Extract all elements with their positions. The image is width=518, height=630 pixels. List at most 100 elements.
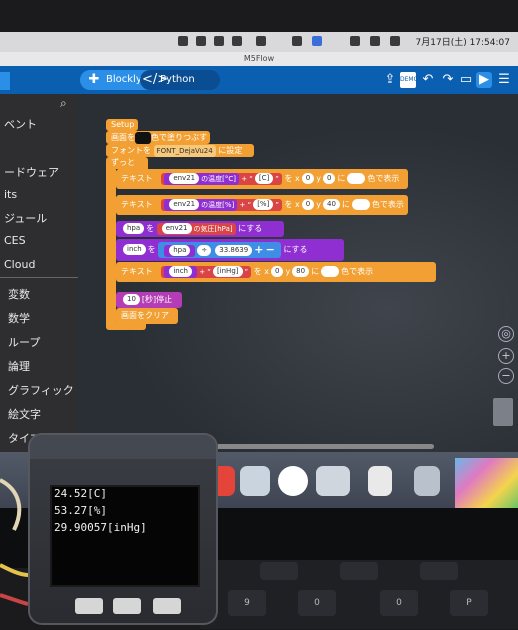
recenter-icon[interactable]: ◎	[498, 326, 514, 342]
download-icon[interactable]	[232, 36, 242, 46]
set-inch-block[interactable]: inch を hpa ÷ 33.8639 + − にする	[116, 239, 344, 261]
upload-icon[interactable]: ⇪	[382, 72, 398, 88]
x-input[interactable]: 0	[301, 173, 315, 184]
menu-button[interactable]	[0, 72, 10, 90]
menu-icon[interactable]	[196, 36, 206, 46]
wait-input[interactable]: 10	[123, 294, 140, 305]
operator-dropdown[interactable]: ÷	[197, 245, 212, 256]
file-icon[interactable]	[368, 466, 392, 496]
menu-bar: 7月17日(土) 17:54:07	[0, 32, 518, 52]
unit-text[interactable]: [%]	[253, 199, 274, 210]
sidebar-item[interactable]: ードウェア	[4, 164, 59, 180]
text-display-block[interactable]: テキスト inch + “[inHg]” を x 0 y 80 に 色で表示	[116, 262, 436, 282]
color-swatch[interactable]	[351, 199, 370, 210]
variable-dropdown[interactable]: hpa	[169, 245, 191, 256]
sidebar-item[interactable]: 数学	[8, 310, 30, 326]
more-icon[interactable]: ☰	[496, 72, 512, 88]
sidebar-item[interactable]: Cloud	[4, 258, 35, 271]
fill-screen-block[interactable]: 画面を 色で塗りつぶす	[106, 131, 210, 144]
battery-icon[interactable]	[370, 36, 380, 46]
sidebar-item[interactable]: ジュール	[4, 210, 47, 226]
sensor-dropdown[interactable]: env21	[169, 173, 200, 184]
device-button-c[interactable]	[153, 598, 181, 614]
wallpaper	[455, 458, 518, 512]
variable-dropdown[interactable]: hpa	[123, 223, 145, 234]
device-icon[interactable]: ▭	[458, 72, 474, 88]
search-icon[interactable]	[390, 36, 400, 46]
wifi-icon[interactable]	[350, 36, 360, 46]
menu-icon[interactable]	[256, 36, 266, 46]
x-input[interactable]: 0	[270, 266, 284, 277]
zoom-in-icon[interactable]: +	[498, 348, 514, 364]
number-input[interactable]: 33.8639	[215, 245, 253, 256]
color-swatch[interactable]	[135, 131, 151, 144]
demo-button[interactable]: DEMO	[400, 72, 418, 88]
trash-bin-icon[interactable]	[414, 466, 440, 496]
text-display-block[interactable]: テキスト env21 の温度[°C] + “[C]” を x 0 y 0 に色で表示	[116, 169, 408, 189]
color-swatch[interactable]	[321, 266, 340, 277]
setup-block[interactable]: Setup	[106, 119, 138, 131]
blockly-workspace[interactable]: Setup 画面を 色で塗りつぶす フォントを FONT_DejaVu24 に設定…	[78, 94, 518, 452]
variable-dropdown[interactable]: inch	[123, 244, 146, 255]
bluetooth-icon[interactable]	[292, 36, 302, 46]
preview-icon[interactable]	[240, 466, 270, 496]
keyboard-key[interactable]	[260, 562, 298, 580]
input-icon[interactable]	[312, 36, 322, 46]
sidebar-item[interactable]: its	[4, 188, 17, 201]
clock-text: 7月17日(土) 17:54:07	[415, 38, 510, 48]
ni-label: に	[341, 200, 350, 209]
dropbox-icon[interactable]	[214, 36, 224, 46]
plus-icon[interactable]: +	[254, 243, 263, 256]
set-hpa-block[interactable]: hpa を env21 の気圧[hPa] にする	[116, 221, 284, 237]
loop-block[interactable]: ずっと	[106, 157, 148, 169]
color-swatch[interactable]	[347, 173, 366, 184]
sidebar-item[interactable]: 論理	[8, 358, 30, 374]
unit-text[interactable]: [C]	[254, 173, 274, 184]
sidebar-item[interactable]: ループ	[8, 334, 40, 350]
keyboard-key[interactable]	[420, 562, 458, 580]
fill-suffix: 色で塗りつぶす	[151, 133, 208, 142]
wait-suffix: [秒]停止	[141, 295, 173, 304]
undo-icon[interactable]: ↶	[420, 72, 436, 88]
device-button-a[interactable]	[75, 598, 103, 614]
temperature-reading: 24.52[C]	[54, 487, 107, 500]
sidebar-item[interactable]: CES	[4, 234, 26, 247]
menu-icon[interactable]	[178, 36, 188, 46]
keyboard-key[interactable]: P	[450, 590, 488, 616]
device-button-b[interactable]	[113, 598, 141, 614]
text-label: テキスト	[121, 174, 153, 183]
sidebar-item[interactable]: 変数	[8, 286, 30, 302]
keyboard-key[interactable]: 0	[380, 590, 418, 616]
clear-screen-block[interactable]: 画面をクリア	[116, 308, 178, 324]
m5stack-icon[interactable]	[316, 466, 350, 496]
x-input[interactable]: 0	[301, 199, 315, 210]
minus-icon[interactable]: −	[266, 243, 275, 256]
divider	[0, 277, 78, 278]
keyboard-key[interactable]: 0	[298, 590, 336, 616]
y-input[interactable]: 80	[292, 266, 310, 277]
redo-icon[interactable]: ↷	[440, 72, 456, 88]
y-input[interactable]: 0	[322, 173, 336, 184]
run-icon[interactable]: ▶	[476, 72, 492, 88]
search-icon[interactable]: ⌕	[60, 96, 67, 111]
set-suffix: にする	[238, 224, 263, 233]
zoom-out-icon[interactable]: −	[498, 368, 514, 384]
text-display-block[interactable]: テキスト env21 の温度[%] + “[%]” を x 0 y 40 に 色で表示	[116, 195, 408, 215]
variable-dropdown[interactable]: inch	[169, 266, 192, 277]
wait-block[interactable]: 10 [秒]停止	[116, 292, 182, 308]
keyboard-key[interactable]: 9	[228, 590, 266, 616]
sidebar-item[interactable]: 絵文字	[8, 406, 41, 422]
sensor-dropdown[interactable]: env21	[161, 223, 192, 234]
python-tab[interactable]: </> Python	[140, 70, 220, 90]
set-font-block[interactable]: フォントを FONT_DejaVu24 に設定	[106, 144, 254, 157]
unit-text[interactable]: [inHg]	[212, 266, 243, 277]
font-dropdown[interactable]: FONT_DejaVu24	[153, 144, 216, 157]
sidebar-item[interactable]: ベント	[4, 116, 37, 132]
sensor-dropdown[interactable]: env21	[169, 199, 200, 210]
chrome-icon[interactable]	[278, 466, 308, 496]
trash-icon[interactable]	[493, 398, 513, 426]
sidebar-item[interactable]: グラフィック	[8, 382, 74, 398]
y-input[interactable]: 40	[322, 199, 340, 210]
font-suffix: に設定	[218, 146, 243, 155]
keyboard-key[interactable]	[340, 562, 378, 580]
